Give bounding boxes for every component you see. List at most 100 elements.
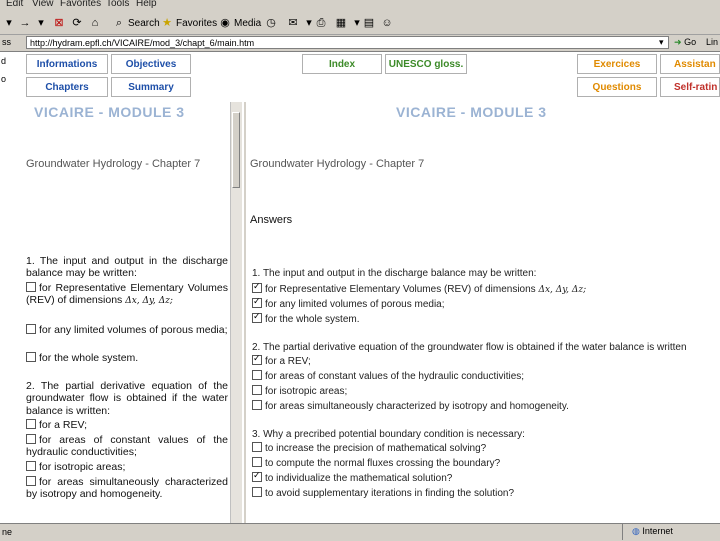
discuss-icon: ▤ [363, 17, 375, 29]
nav-self-rating[interactable]: Self-ratin [660, 77, 720, 97]
menu-favorites[interactable]: Favorites [60, 0, 101, 9]
address-input[interactable]: http://hydram.epfl.ch/VICAIRE/mod_3/chap… [26, 36, 669, 49]
checkbox-checked[interactable] [252, 311, 262, 324]
option-label: for areas of constant values of the hydr… [265, 371, 525, 382]
question-1: 1. The input and output in the discharge… [26, 255, 228, 280]
answer-question-1: 1. The input and output in the discharge… [252, 268, 537, 279]
nav-exercices[interactable]: Exercices [577, 54, 657, 74]
media-button[interactable]: ◉ Media [218, 15, 261, 31]
answer-1-option-1: for Representative Elementary Volumes (R… [252, 281, 587, 295]
globe-icon: ◍ [632, 526, 640, 536]
home-button[interactable]: ⌂ [88, 15, 102, 31]
edit-button[interactable]: ▦ ▾ [334, 15, 364, 31]
address-bar: ss http://hydram.epfl.ch/VICAIRE/mod_3/c… [0, 35, 720, 52]
address-label: ss [2, 37, 11, 47]
zone-label: Internet [642, 526, 673, 536]
questions-frame: VICAIRE - MODULE 3 Groundwater Hydrology… [24, 102, 230, 523]
checkbox[interactable] [252, 400, 262, 411]
nav-objectives[interactable]: Objectives [111, 54, 191, 74]
checkbox[interactable] [26, 476, 36, 487]
checkbox-checked[interactable] [252, 470, 262, 483]
checkbox[interactable] [252, 487, 262, 498]
checkbox-checked[interactable] [252, 296, 262, 309]
nav-assistance[interactable]: Assistan [660, 54, 720, 74]
answer-1-option-2: for any limited volumes of porous media; [252, 296, 445, 310]
stop-button[interactable]: ⊠ [52, 15, 66, 31]
answer-question-3: 3. Why a precribed potential boundary co… [252, 429, 525, 440]
checkbox[interactable] [252, 385, 262, 396]
back-button[interactable]: ▾ [2, 15, 16, 31]
nav-unesco-glossary[interactable]: UNESCO gloss. [385, 54, 467, 74]
print-button[interactable]: ⎙ [314, 15, 328, 31]
printer-icon: ⎙ [316, 17, 326, 29]
question-1-option-3: for the whole system. [26, 352, 228, 364]
chapter-title: Groundwater Hydrology - Chapter 7 [26, 158, 201, 170]
dropdown-arrow-icon: ▾ [38, 17, 44, 29]
go-arrow-icon: ➜ [674, 37, 682, 47]
refresh-button[interactable]: ⟳ [70, 15, 84, 31]
checkbox[interactable] [26, 282, 36, 293]
nav-informations[interactable]: Informations [26, 54, 108, 74]
history-icon: ◷ [266, 17, 276, 29]
answer-2-option-2: for areas of constant values of the hydr… [252, 370, 525, 382]
refresh-icon: ⟳ [72, 17, 82, 29]
answer-3-option-4: to avoid supplementary iterations in fin… [252, 487, 514, 499]
question-2-option-1: for a REV; [26, 419, 228, 431]
pane-fragment: o [1, 74, 7, 84]
star-icon: ★ [162, 17, 172, 29]
address-dropdown-icon[interactable]: ▾ [659, 37, 664, 48]
menu-view[interactable]: View [32, 0, 54, 9]
option-label: for the whole system. [39, 352, 139, 364]
history-button[interactable]: ◷ [264, 15, 278, 31]
forward-arrow-icon: → [19, 17, 31, 29]
links-label[interactable]: Lin [706, 37, 718, 47]
question-1-option-2: for any limited volumes of porous media; [26, 324, 228, 336]
chapter-title: Groundwater Hydrology - Chapter 7 [250, 158, 425, 170]
menu-edit[interactable]: Edit [6, 0, 23, 9]
question-2-option-2: for areas of constant values of the hydr… [26, 434, 228, 459]
option-label: for isotropic areas; [265, 386, 348, 397]
checkbox[interactable] [252, 370, 262, 381]
checkbox[interactable] [252, 442, 262, 453]
checkbox[interactable] [26, 352, 36, 363]
answer-3-option-1: to increase the precision of mathematica… [252, 442, 486, 454]
menu-help[interactable]: Help [136, 0, 157, 9]
mail-button[interactable]: ✉ ▾ [286, 15, 316, 31]
media-label: Media [234, 17, 262, 29]
checkbox[interactable] [26, 419, 36, 430]
messenger-button[interactable]: ☺ [380, 15, 394, 31]
stop-icon: ⊠ [54, 17, 64, 29]
module-title: VICAIRE - MODULE 3 [34, 104, 185, 120]
nav-questions[interactable]: Questions [577, 77, 657, 97]
checkbox[interactable] [26, 324, 36, 335]
forward-button[interactable]: → ▾ [18, 15, 48, 31]
menu-tools[interactable]: Tools [106, 0, 129, 9]
answers-heading: Answers [250, 214, 293, 226]
checkbox-checked[interactable] [252, 353, 262, 366]
favorites-button[interactable]: ★ Favorites [160, 15, 217, 31]
nav-index[interactable]: Index [302, 54, 382, 74]
checkbox-checked[interactable] [252, 281, 262, 294]
go-button[interactable]: ➜ Go [674, 37, 696, 48]
home-icon: ⌂ [91, 17, 99, 29]
module-title: VICAIRE - MODULE 3 [396, 104, 547, 120]
discuss-button[interactable]: ▤ [362, 15, 376, 31]
option-label: to individualize the mathematical soluti… [265, 473, 453, 484]
nav-summary[interactable]: Summary [111, 77, 191, 97]
math-notation: Δx, Δy, Δz; [538, 285, 587, 295]
messenger-icon: ☺ [381, 17, 393, 29]
search-icon: ⌕ [115, 17, 123, 29]
answers-frame: VICAIRE - MODULE 3 Groundwater Hydrology… [244, 102, 720, 523]
checkbox[interactable] [26, 434, 36, 445]
scrollbar-thumb[interactable] [232, 112, 240, 188]
dropdown-arrow-icon: ▾ [6, 17, 12, 29]
search-button[interactable]: ⌕ Search [112, 15, 160, 31]
questions-frame-scrollbar[interactable] [230, 102, 242, 523]
option-label: for Representative Elementary Volumes (R… [265, 284, 536, 295]
status-bar: ne ◍ Internet [0, 523, 720, 541]
status-text: ne [2, 527, 13, 537]
nav-chapters[interactable]: Chapters [26, 77, 108, 97]
checkbox[interactable] [26, 461, 36, 472]
edit-icon: ▦ [335, 17, 347, 29]
checkbox[interactable] [252, 457, 262, 468]
